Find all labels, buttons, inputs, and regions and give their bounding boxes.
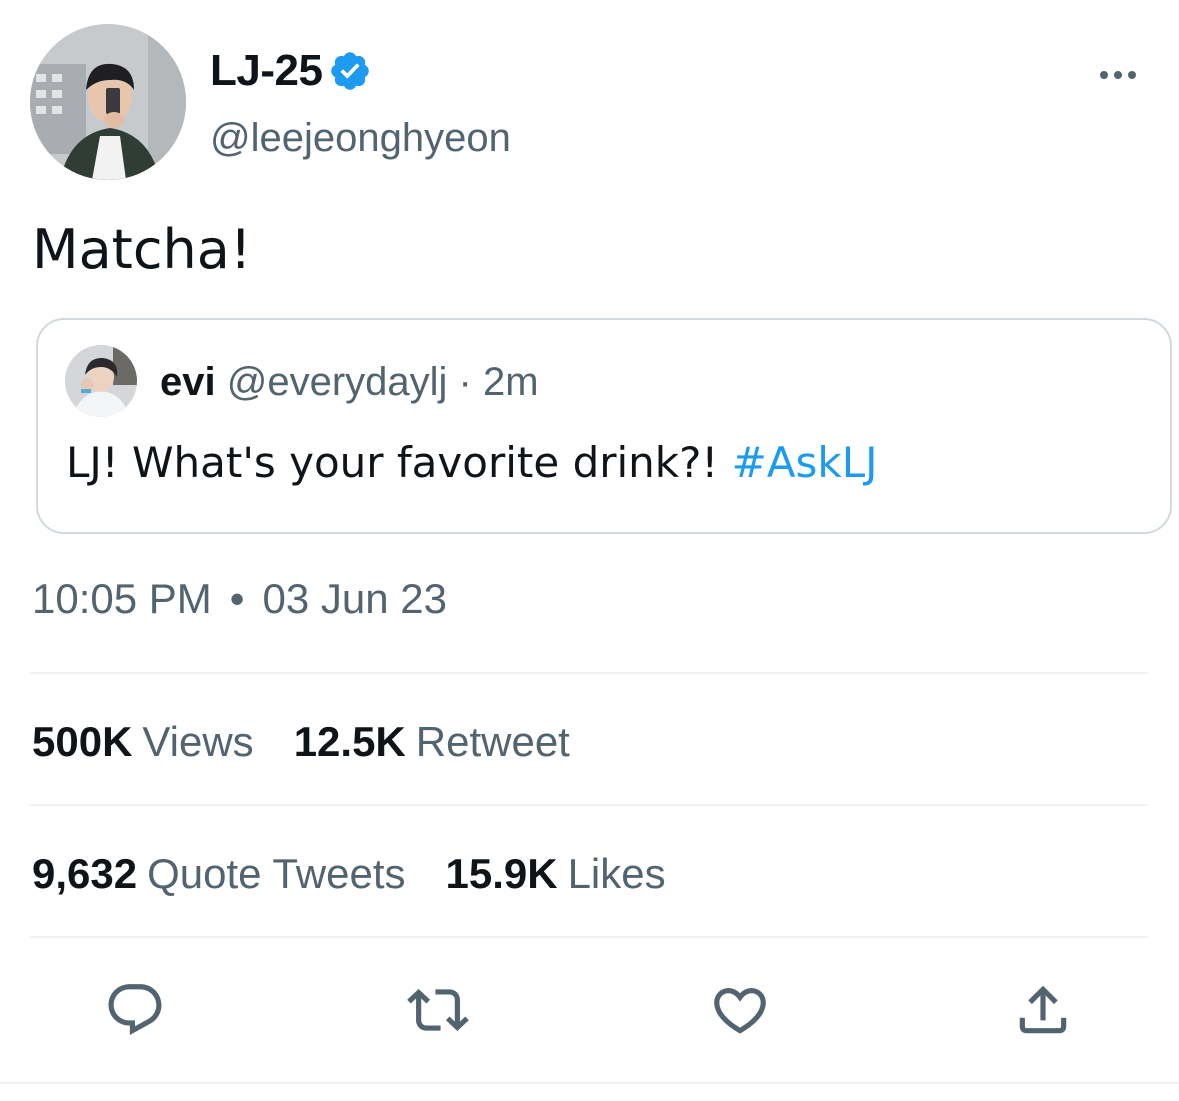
retweets-label: Retweet xyxy=(415,718,570,765)
divider xyxy=(30,936,1148,938)
quoted-tweet-card[interactable]: evi @everydaylj · 2m LJ! What's your fav… xyxy=(36,318,1172,534)
quoted-author-name[interactable]: evi xyxy=(160,360,216,404)
stats-row-views-retweets: 500K Views 12.5K Retweet xyxy=(32,718,570,766)
views-label: Views xyxy=(142,718,254,765)
stats-row-quotes-likes: 9,632 Quote Tweets 15.9K Likes xyxy=(32,850,666,898)
quote-tweets-label: Quote Tweets xyxy=(147,850,406,897)
author-avatar[interactable] xyxy=(30,24,186,180)
share-button[interactable] xyxy=(1008,975,1078,1045)
divider xyxy=(30,672,1148,674)
quoted-author-avatar[interactable] xyxy=(65,345,137,417)
quoted-text-body: LJ! What's your favorite drink?! xyxy=(66,438,732,487)
likes-stat[interactable]: 15.9K Likes xyxy=(446,850,666,898)
like-button[interactable] xyxy=(705,975,775,1045)
quoted-tweet-text: LJ! What's your favorite drink?! #AskLJ xyxy=(66,438,878,487)
retweet-icon xyxy=(407,989,469,1031)
hashtag-link[interactable]: #AskLJ xyxy=(732,438,878,487)
retweets-count: 12.5K xyxy=(293,718,406,765)
retweet-button[interactable] xyxy=(403,975,473,1045)
tweet-detail: LJ-25 @leejeonghyeon Matcha! evi @everyd… xyxy=(0,0,1179,1101)
views-stat[interactable]: 500K Views xyxy=(32,718,254,766)
tweet-timestamp[interactable]: 10:05 PM • 03 Jun 23 xyxy=(32,575,447,623)
retweets-stat[interactable]: 12.5K Retweet xyxy=(294,718,570,766)
likes-count: 15.9K xyxy=(445,850,558,897)
author-display-name[interactable]: LJ-25 xyxy=(210,46,372,96)
tweet-time: 10:05 PM xyxy=(32,575,212,622)
tweet-text: Matcha! xyxy=(32,218,252,281)
views-count: 500K xyxy=(32,718,133,765)
divider xyxy=(30,804,1148,806)
reply-icon xyxy=(108,984,162,1036)
quoted-header: evi @everydaylj · 2m xyxy=(160,360,539,405)
likes-label: Likes xyxy=(567,850,666,897)
author-handle[interactable]: @leejeonghyeon xyxy=(210,116,511,161)
quote-tweets-count: 9,632 xyxy=(32,850,138,897)
share-icon xyxy=(1019,985,1067,1034)
more-options-icon[interactable] xyxy=(1090,60,1146,90)
author-avatar-photo xyxy=(30,24,186,180)
tweet-date: 03 Jun 23 xyxy=(262,575,448,622)
author-name-text: LJ-25 xyxy=(210,46,323,95)
like-icon xyxy=(714,988,766,1034)
quoted-handle-time[interactable]: @everydaylj · 2m xyxy=(227,360,539,404)
quoted-avatar-photo xyxy=(65,345,137,417)
reply-button[interactable] xyxy=(100,975,170,1045)
verified-badge-icon xyxy=(331,52,370,90)
divider xyxy=(0,1082,1179,1084)
quote-tweets-stat[interactable]: 9,632 Quote Tweets xyxy=(32,850,406,898)
timestamp-separator: • xyxy=(229,575,245,622)
